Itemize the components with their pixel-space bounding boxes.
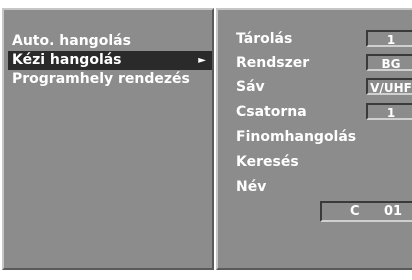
manual-tuning-panel: Tárolás 1 Rendszer BG Sáv V/UHF Csatorna… xyxy=(216,8,412,270)
menu-item-label: Auto. hangolás xyxy=(12,33,131,49)
menu-item-auto-tuning[interactable]: Auto. hangolás xyxy=(8,32,212,51)
system-value[interactable]: BG xyxy=(366,54,412,71)
fine-tuning-item[interactable]: Finomhangolás xyxy=(236,128,356,146)
band-value[interactable]: V/UHF xyxy=(366,78,412,95)
submenu-arrow-icon: ► xyxy=(198,55,206,66)
search-item[interactable]: Keresés xyxy=(236,153,299,171)
name-field[interactable]: C 01 xyxy=(320,201,412,222)
tv-osd-screen: Auto. hangolás Kézi hangolás ► Programhe… xyxy=(0,0,412,280)
menu-item-manual-tuning[interactable]: Kézi hangolás ► xyxy=(8,51,212,70)
menu-item-program-edit[interactable]: Programhely rendezés xyxy=(8,70,212,89)
name-letter: C xyxy=(350,204,360,219)
channel-value[interactable]: 1 xyxy=(366,103,412,120)
main-menu-panel: Auto. hangolás Kézi hangolás ► Programhe… xyxy=(2,8,214,270)
menu-item-label: Kézi hangolás xyxy=(12,52,122,68)
system-label: Rendszer xyxy=(236,55,310,71)
name-number: 01 xyxy=(384,204,403,219)
menu-item-label: Programhely rendezés xyxy=(12,71,190,87)
channel-label: Csatorna xyxy=(236,104,307,120)
storage-value[interactable]: 1 xyxy=(366,30,412,47)
name-label: Név xyxy=(236,179,267,195)
band-label: Sáv xyxy=(236,79,265,95)
storage-label: Tárolás xyxy=(236,31,293,47)
